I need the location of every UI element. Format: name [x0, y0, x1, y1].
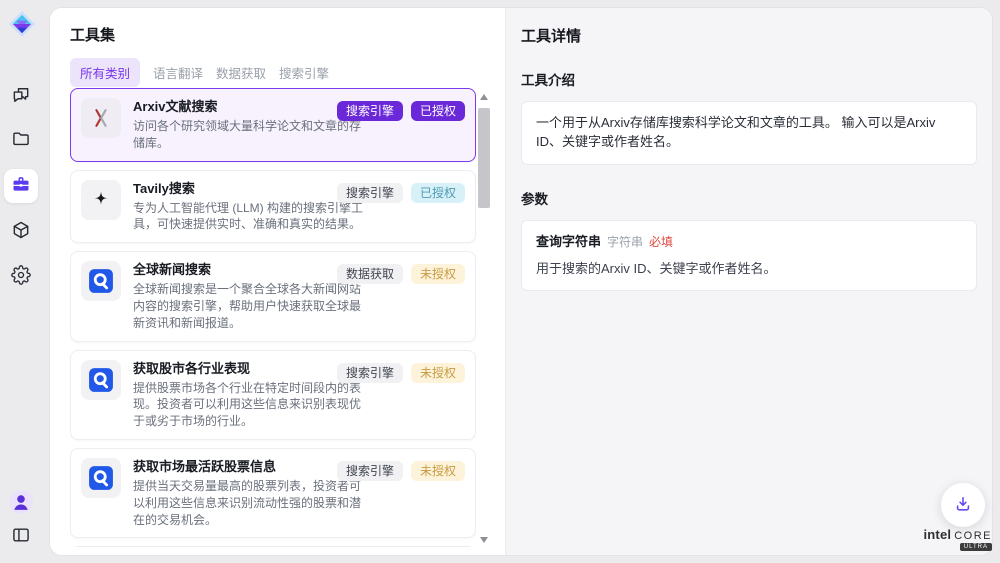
sidebar-item-chat[interactable] [4, 80, 38, 114]
chat-icon [11, 85, 31, 110]
tool-card[interactable]: 全球新闻搜索 全球新闻搜索是一个聚合全球各大新闻网站内容的搜索引擎，帮助用户快速… [70, 251, 476, 341]
tool-desc: 专为人工智能代理 (LLM) 构建的搜索引擎工具，可快速提供实时、准确和真实的结… [133, 200, 365, 234]
tool-desc: 访问各个研究领域大量科学论文和文章的存储库。 [133, 118, 365, 152]
content-panel: 工具集 所有类别语言翻译数据获取搜索引擎 Arxiv文献搜索 访问各个研究领域大… [50, 8, 992, 555]
intel-core-text: CORE [954, 530, 992, 542]
sidebar-item-settings[interactable] [4, 260, 38, 294]
details-title: 工具详情 [521, 25, 977, 46]
sidebar-item-user[interactable] [4, 487, 38, 521]
download-icon [953, 494, 973, 517]
category-badge: 搜索引擎 [337, 363, 403, 383]
tool-card[interactable]: Arxiv文献搜索 访问各个研究领域大量科学论文和文章的存储库。 搜索引擎 已授… [70, 88, 476, 162]
tool-list: Arxiv文献搜索 访问各个研究领域大量科学论文和文章的存储库。 搜索引擎 已授… [70, 88, 476, 547]
tool-name: Tavily搜索 [133, 180, 365, 198]
intel-core-logo: intel CORE ULTRA [926, 527, 992, 551]
param-desc: 用于搜索的Arxiv ID、关键字或作者姓名。 [536, 260, 962, 279]
tab-data-fetching[interactable]: 数据获取 [216, 58, 266, 87]
folder-icon [11, 129, 31, 154]
tools-panel-title: 工具集 [70, 24, 115, 45]
tools-panel: 工具集 所有类别语言翻译数据获取搜索引擎 Arxiv文献搜索 访问各个研究领域大… [50, 8, 505, 555]
toolbox-icon [11, 174, 31, 199]
tool-desc: 提供当天交易量最高的股票列表，投资者可以利用这些信息来识别流动性强的股票和潜在的… [133, 478, 365, 528]
category-badge: 搜索引擎 [337, 101, 403, 121]
details-panel: 工具详情 工具介绍 一个用于从Arxiv存储库搜索科学论文和文章的工具。 输入可… [505, 8, 992, 555]
intro-card: 一个用于从Arxiv存储库搜索科学论文和文章的工具。 输入可以是Arxiv ID… [521, 101, 977, 165]
arxiv-x-icon [81, 98, 121, 138]
tab-all-categories[interactable]: 所有类别 [70, 58, 140, 87]
settings-icon [11, 265, 31, 290]
category-badge: 搜索引擎 [337, 183, 403, 203]
left-rail [0, 0, 50, 563]
tool-name: 获取市场最活跃股票信息 [133, 458, 365, 476]
intel-ultra-badge: ULTRA [960, 543, 992, 551]
tool-card[interactable]: 获取市场最活跃股票信息 提供当天交易量最高的股票列表，投资者可以利用这些信息来识… [70, 448, 476, 538]
tool-card[interactable]: 万维地区新闻查询 查询具体行政区划内的新闻，快速了解各地新闻动态。 搜索引擎 未… [70, 546, 476, 547]
cube-icon [11, 220, 31, 245]
intro-heading: 工具介绍 [521, 69, 977, 89]
param-required-badge: 必填 [649, 234, 673, 251]
sidebar-item-cube[interactable] [4, 215, 38, 249]
user-avatar-icon [8, 489, 34, 520]
sidebar-item-collapse[interactable] [4, 520, 38, 554]
tab-language-translation[interactable]: 语言翻译 [153, 58, 203, 87]
scrollbar-thumb[interactable] [478, 108, 490, 208]
news-search-icon [81, 360, 121, 400]
intro-text: 一个用于从Arxiv存储库搜索科学论文和文章的工具。 输入可以是Arxiv ID… [536, 115, 935, 149]
status-badge: 已授权 [411, 183, 465, 203]
scroll-down-arrow-icon[interactable] [480, 537, 488, 543]
tool-card[interactable]: 获取股市各行业表现 提供股票市场各个行业在特定时间段内的表现。投资者可以利用这些… [70, 350, 476, 440]
tab-search-engine[interactable]: 搜索引擎 [279, 58, 329, 87]
news-search-icon [81, 261, 121, 301]
download-button[interactable] [941, 483, 985, 527]
param-name: 查询字符串 [536, 233, 601, 252]
params-heading: 参数 [521, 188, 977, 208]
sparkle-icon [81, 180, 121, 220]
tool-list-scrollbar[interactable] [478, 92, 490, 545]
tool-name: 全球新闻搜索 [133, 261, 365, 279]
tool-card[interactable]: Tavily搜索 专为人工智能代理 (LLM) 构建的搜索引擎工具，可快速提供实… [70, 170, 476, 244]
tool-desc: 提供股票市场各个行业在特定时间段内的表现。投资者可以利用这些信息来识别表现优于或… [133, 380, 365, 430]
category-tabs: 所有类别语言翻译数据获取搜索引擎 [70, 58, 329, 87]
status-badge: 未授权 [411, 461, 465, 481]
category-badge: 搜索引擎 [337, 461, 403, 481]
news-search-icon [81, 458, 121, 498]
sidebar-item-folder[interactable] [4, 124, 38, 158]
scroll-up-arrow-icon[interactable] [480, 94, 488, 100]
category-badge: 数据获取 [337, 264, 403, 284]
tool-name: Arxiv文献搜索 [133, 98, 365, 116]
app-diamond-logo [7, 9, 37, 39]
status-badge: 未授权 [411, 363, 465, 383]
intel-brand-text: intel [923, 527, 951, 542]
status-badge: 未授权 [411, 264, 465, 284]
collapse-panel-icon [11, 525, 31, 550]
tool-name: 获取股市各行业表现 [133, 360, 365, 378]
status-badge: 已授权 [411, 101, 465, 121]
param-type: 字符串 [607, 234, 643, 251]
sidebar-item-toolbox[interactable] [4, 169, 38, 203]
tool-desc: 全球新闻搜索是一个聚合全球各大新闻网站内容的搜索引擎，帮助用户快速获取全球最新资… [133, 281, 365, 331]
param-card: 查询字符串 字符串 必填 用于搜索的Arxiv ID、关键字或作者姓名。 [521, 220, 977, 292]
